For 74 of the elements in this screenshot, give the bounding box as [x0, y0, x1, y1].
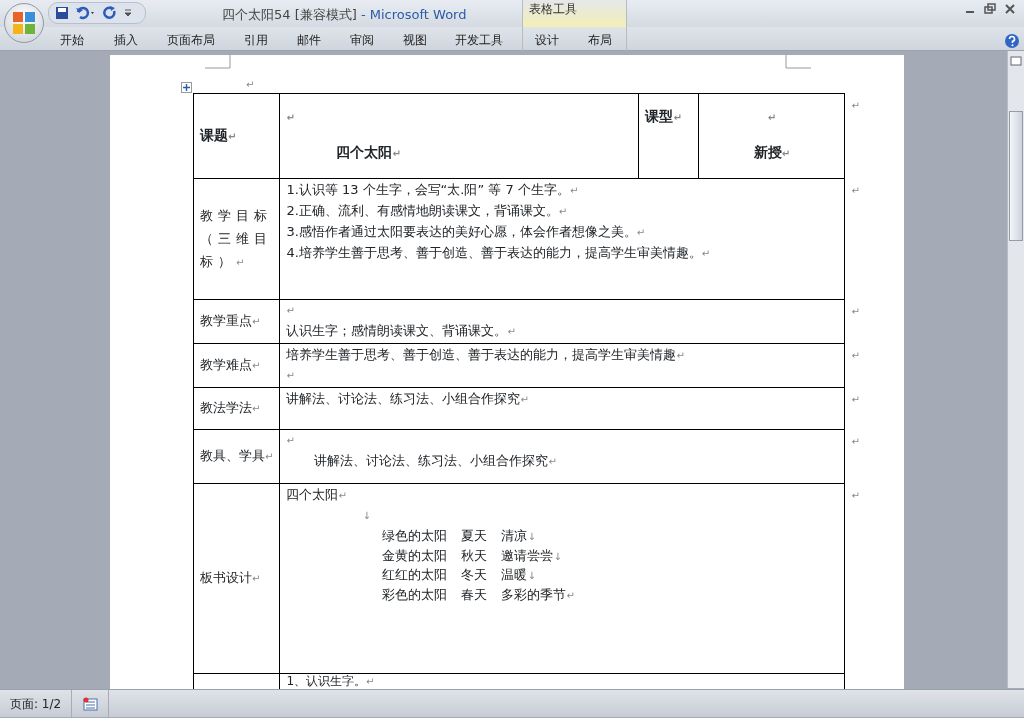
row-label: 教学重点↵ — [200, 312, 262, 330]
paragraph-mark: ↓ — [361, 509, 372, 523]
undo-icon[interactable] — [75, 6, 97, 20]
board-text: 红红的太阳 — [382, 566, 448, 584]
cell-text: 讲解法、讨论法、练习法、小组合作探究↵ — [313, 452, 558, 470]
context-tab-group: 表格工具 — [522, 0, 627, 27]
cell-text: 讲解法、讨论法、练习法、小组合作探究↵ — [286, 390, 530, 408]
customize-arrow-icon[interactable] — [123, 8, 133, 18]
board-text: 夏天 — [461, 527, 488, 545]
ribbon-tab[interactable]: 开发工具 — [455, 31, 503, 49]
row-end-mark: ↵ — [851, 393, 860, 405]
cell-text: 3.感悟作者通过太阳要表达的美好心愿，体会作者想像之美。↵ — [286, 223, 647, 241]
cell-text: 四个太阳↵ — [336, 143, 402, 162]
ribbon-tab[interactable]: 引用 — [244, 31, 268, 49]
row-label: 教学难点↵ — [200, 356, 262, 374]
cell-text: 四个太阳↵ — [286, 486, 348, 504]
cell-text: 培养学生善于思考、善于创造、善于表达的能力，提高学生审美情趣↵ — [286, 346, 686, 364]
row-end-mark: ↵ — [851, 305, 860, 317]
row-end-mark: ↵ — [851, 184, 860, 196]
board-text: 绿色的太阳 — [382, 527, 448, 545]
ribbon-tab[interactable]: 插入 — [114, 31, 138, 49]
office-logo-icon — [11, 10, 37, 36]
office-button[interactable] — [4, 3, 44, 43]
row-end-mark: ↵ — [851, 349, 860, 361]
paragraph-mark: ↵ — [246, 78, 255, 92]
ribbon-tab[interactable]: 开始 — [60, 31, 84, 49]
restore-icon[interactable] — [984, 3, 996, 15]
crop-mark — [205, 55, 231, 69]
board-text: 冬天 — [461, 566, 488, 584]
cell-text: 认识生字；感情朗读课文、背诵课文。↵ — [286, 322, 517, 340]
cell-text: 1、认识生字。↵ — [286, 674, 376, 689]
close-icon[interactable] — [1004, 3, 1016, 15]
cell-text: 4.培养学生善于思考、善于创造、善于表达的能力，提高学生审美情趣。↵ — [286, 244, 712, 262]
board-text: 多彩的季节↵ — [501, 585, 575, 604]
paragraph-mark: ↵ — [286, 434, 296, 448]
board-text: 邀请尝尝↓ — [501, 546, 562, 565]
cell-text: 2.正确、流利、有感情地朗读课文，背诵课文。↵ — [286, 202, 569, 220]
page-count[interactable]: 页面: 1/2 — [0, 690, 73, 717]
paragraph-mark: ↵ — [286, 304, 296, 318]
row-label: 板书设计↵ — [200, 569, 262, 587]
vertical-scrollbar[interactable] — [1007, 51, 1024, 688]
cell-text: 新授↵ — [752, 143, 792, 162]
board-text: 金黄的太阳 — [382, 546, 448, 565]
board-text: 温暖↓ — [501, 566, 536, 584]
row-label: 教具、学具↵ — [200, 447, 274, 465]
help-icon[interactable] — [1004, 32, 1020, 49]
ribbon-tab[interactable]: 视图 — [403, 31, 427, 49]
window-title: 四个太阳54 [兼容模式] - Microsoft Word — [222, 6, 467, 24]
row-label: 教学目标（三维目标）↵ — [200, 207, 273, 271]
cell-text: 1.认识等 13 个生字，会写“太.阳” 等 7 个生字。↵ — [286, 181, 580, 199]
save-icon[interactable] — [55, 6, 69, 20]
paragraph-mark: ↵ — [766, 111, 778, 125]
board-text: 清凉↓ — [501, 527, 536, 545]
redo-icon[interactable] — [103, 6, 117, 20]
row-label: 教法学法↵ — [200, 399, 262, 417]
cell-text: 课型↵ — [645, 107, 683, 126]
ribbon-tab[interactable]: 页面布局 — [167, 31, 215, 49]
paragraph-mark: ↵ — [286, 369, 296, 383]
ribbon-tab[interactable]: 设计 — [535, 31, 559, 49]
ribbon-tab[interactable]: 审阅 — [350, 31, 374, 49]
table-move-handle-icon[interactable] — [181, 82, 192, 93]
ribbon-tab[interactable]: 布局 — [588, 31, 612, 49]
row-end-mark: ↵ — [851, 99, 860, 111]
paragraph-mark: ↵ — [286, 111, 296, 125]
row-label: 课题↵ — [200, 126, 238, 145]
board-text: 彩色的太阳 — [382, 585, 448, 604]
ribbon-tab[interactable]: 邮件 — [297, 31, 321, 49]
scroll-thumb[interactable] — [1009, 111, 1023, 241]
board-text: 秋天 — [461, 546, 488, 565]
spelling-status-icon[interactable] — [82, 696, 99, 711]
row-end-mark: ↵ — [851, 489, 860, 501]
board-text: 春天 — [461, 585, 488, 604]
crop-mark — [785, 55, 811, 69]
row-end-mark: ↵ — [851, 435, 860, 447]
